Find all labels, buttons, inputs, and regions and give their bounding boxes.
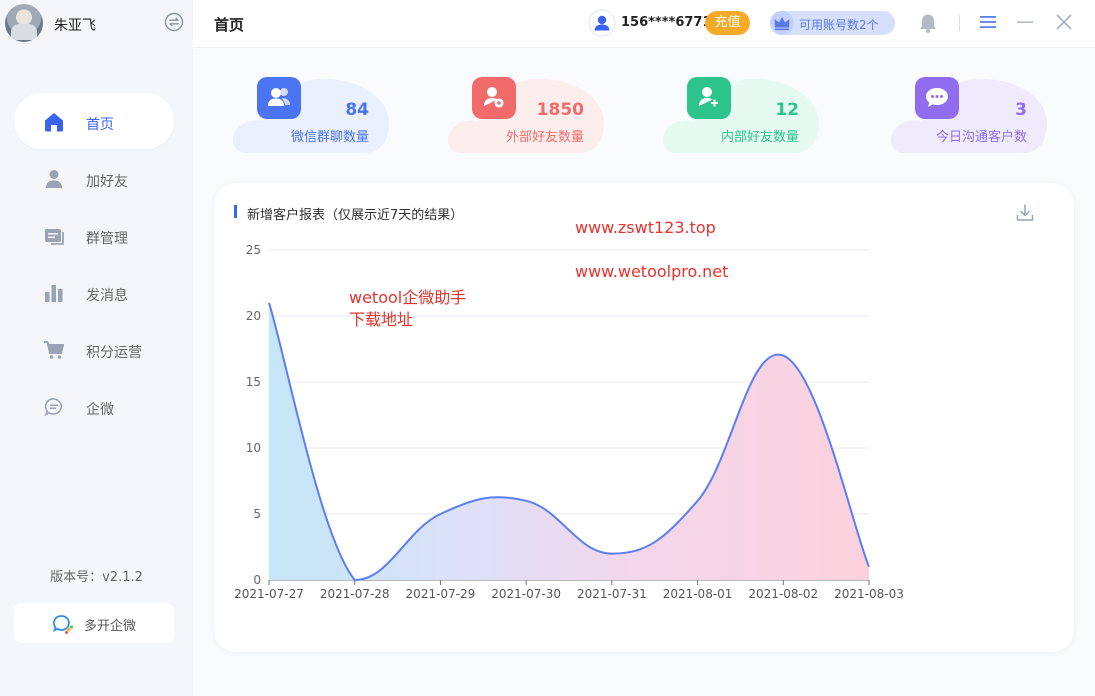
stat-label: 内部好友数量 [720, 130, 799, 145]
sidebar-item-send-message[interactable]: 发消息 [0, 264, 193, 321]
close-icon[interactable] [1055, 13, 1073, 31]
message-icon [915, 77, 959, 119]
stat-card-internal-friends[interactable]: 12 内部好友数量 [659, 77, 819, 157]
x-tick-label: 2021-07-31 [577, 587, 647, 601]
recharge-button[interactable]: 充值 [705, 11, 750, 35]
x-tick-label: 2021-07-28 [320, 587, 390, 601]
stat-label: 今日沟通客户数 [935, 130, 1027, 145]
switch-icon[interactable] [164, 12, 184, 32]
group-chat-icon [45, 229, 64, 245]
accounts-label: 可用账号数2个 [799, 18, 879, 32]
stat-label: 微信群聊数量 [290, 130, 369, 145]
new-customers-chart: 0 5 10 15 20 25 2021-07-27 2021-07-28 2021-07-29… [234, 243, 904, 601]
series-area [269, 302, 869, 580]
y-tick-label: 5 [253, 507, 261, 521]
external-user-icon [472, 77, 516, 119]
x-tick-label: 2021-07-30 [491, 587, 561, 601]
wecom-logo-icon [53, 615, 73, 634]
stat-card-today-contacts[interactable]: 3 今日沟通客户数 [887, 77, 1047, 157]
sidebar-item-label: 群管理 [86, 231, 128, 247]
stat-value: 3 [1015, 100, 1027, 120]
sidebar-item-points[interactable]: 积分运营 [0, 321, 193, 378]
user-avatar-icon[interactable] [588, 9, 616, 37]
report-card: 新增客户报表（仅展示近7天的结果） 0 5 10 15 20 25 2021-07-27 20… [214, 183, 1074, 652]
x-tick-label: 2021-07-27 [234, 587, 304, 601]
x-tick-label: 2021-08-02 [748, 587, 818, 601]
header-divider [959, 15, 960, 31]
y-tick-label: 20 [246, 309, 261, 323]
sidebar-item-label: 企微 [86, 402, 114, 418]
stat-card-external-friends[interactable]: 1850 外部好友数量 [444, 77, 604, 157]
x-tick-label: 2021-07-29 [406, 587, 476, 601]
stat-value: 1850 [536, 100, 584, 120]
overlay-url-2: www.wetoolpro.net [575, 262, 729, 281]
accounts-badge[interactable]: 可用账号数2个 [770, 11, 895, 35]
bell-icon[interactable] [917, 12, 939, 34]
user-name: 朱亚飞 [54, 18, 96, 34]
multi-open-label: 多开企微 [84, 619, 137, 634]
profile: 朱亚飞 [0, 0, 193, 48]
minimize-icon[interactable] [1016, 13, 1034, 31]
overlay-line-1: wetool企微助手 [349, 288, 467, 307]
y-tick-label: 15 [246, 375, 261, 389]
stat-label: 外部好友数量 [505, 130, 584, 145]
sidebar-item-label: 积分运营 [86, 345, 142, 361]
multi-open-button[interactable]: 多开企微 [14, 603, 174, 643]
version-label: 版本号：v2.1.2 [50, 570, 143, 585]
page-title: 首页 [214, 16, 245, 34]
chat-bubble-icon [44, 398, 63, 417]
crown-icon [770, 11, 794, 35]
sidebar: 朱亚飞 首页 加好友 群管理 发消息 积分运营 企微 版本号：v2.1.2 多开… [0, 0, 193, 696]
group-icon [257, 77, 301, 119]
sidebar-item-label: 首页 [86, 117, 114, 133]
home-icon [45, 113, 63, 132]
menu-icon[interactable] [979, 13, 997, 31]
sidebar-item-label: 加好友 [86, 174, 128, 190]
main-content: 84 微信群聊数量 1850 外部好友数量 12 内部好友数量 3 今日沟通客户… [193, 49, 1095, 696]
phone-number: 156****6771 [621, 15, 712, 30]
y-tick-label: 0 [253, 573, 261, 587]
cart-icon [44, 341, 64, 359]
avatar[interactable] [5, 4, 43, 42]
sidebar-item-wecom[interactable]: 企微 [0, 378, 193, 435]
overlay-line-2: 下载地址 [349, 310, 414, 329]
stat-value: 12 [775, 100, 799, 120]
sidebar-nav: 首页 加好友 群管理 发消息 积分运营 企微 [0, 93, 193, 435]
x-tick-label: 2021-08-03 [834, 587, 904, 601]
stat-value: 84 [345, 100, 369, 120]
sidebar-item-group-manage[interactable]: 群管理 [0, 207, 193, 264]
bar-chart-icon [45, 285, 63, 302]
stat-card-wechat-groups[interactable]: 84 微信群聊数量 [229, 77, 389, 157]
sidebar-item-home[interactable]: 首页 [0, 93, 193, 150]
add-user-icon [687, 77, 731, 119]
header: 首页 156****6771 充值 可用账号数2个 [193, 0, 1095, 48]
x-tick-label: 2021-08-01 [663, 587, 733, 601]
y-tick-label: 25 [246, 243, 261, 257]
overlay-url-1: www.zswt123.top [575, 218, 716, 237]
sidebar-item-add-friend[interactable]: 加好友 [0, 150, 193, 207]
sidebar-item-label: 发消息 [86, 288, 128, 304]
user-icon [46, 170, 62, 188]
y-tick-label: 10 [246, 441, 261, 455]
